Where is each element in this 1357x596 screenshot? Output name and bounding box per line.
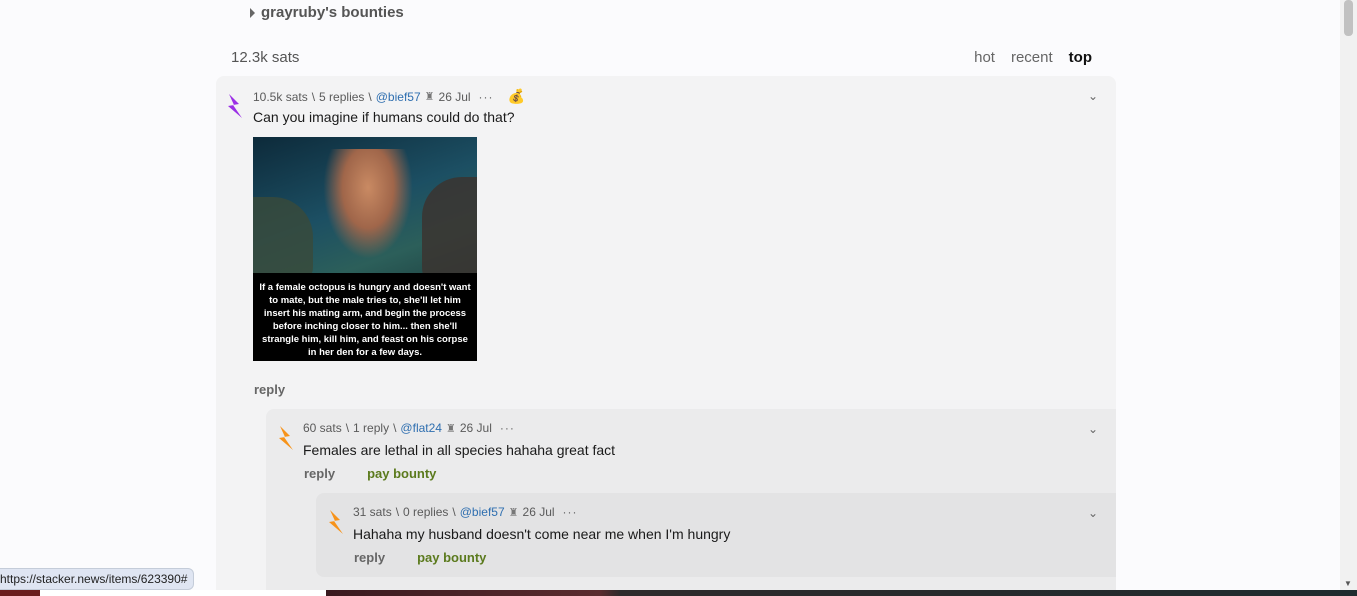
sort-hot[interactable]: hot	[974, 49, 995, 66]
comment-replies[interactable]: 0 replies	[403, 505, 448, 519]
comment-date[interactable]: 26 Jul	[523, 505, 555, 519]
octopus-meme-image[interactable]: If a female octopus is hungry and doesn'…	[253, 137, 477, 361]
cowboy-hat-icon: ♜	[508, 506, 519, 519]
caret-right-icon	[250, 7, 255, 18]
reply-button[interactable]: reply	[304, 466, 335, 481]
sort-tabs: hot recent top	[974, 49, 1092, 66]
bounties-label: grayruby's bounties	[261, 4, 404, 21]
lightning-bolt-icon[interactable]	[326, 510, 346, 534]
comment-replies[interactable]: 1 reply	[353, 421, 389, 435]
pay-bounty-button[interactable]: pay bounty	[417, 550, 486, 565]
image-caption: If a female octopus is hungry and doesn'…	[253, 273, 477, 361]
reply-button[interactable]: reply	[254, 382, 285, 397]
taskbar-strip	[0, 590, 1357, 596]
comment-actions: reply pay bounty	[354, 550, 486, 565]
comment-text: Can you imagine if humans could do that?	[253, 109, 515, 125]
more-options-icon[interactable]: ···	[479, 90, 494, 104]
comment-meta: 60 sats \ 1 reply \ @flat24 ♜ 26 Jul ···	[303, 421, 515, 435]
collapse-chevron-icon[interactable]: ⌄	[1088, 422, 1098, 436]
cowboy-hat-icon: ♜	[445, 422, 456, 435]
lightning-bolt-icon[interactable]	[225, 94, 245, 118]
comment-user[interactable]: @bief57	[460, 505, 505, 519]
vertical-scrollbar[interactable]: ▼	[1340, 0, 1357, 590]
collapse-chevron-icon[interactable]: ⌄	[1088, 506, 1098, 520]
comment-sats[interactable]: 31 sats	[353, 505, 392, 519]
sort-recent[interactable]: recent	[1011, 49, 1053, 66]
comment-text: Females are lethal in all species hahaha…	[303, 442, 616, 458]
scrollbar-thumb[interactable]	[1344, 0, 1353, 36]
sort-top[interactable]: top	[1069, 49, 1092, 66]
comment-meta: 31 sats \ 0 replies \ @bief57 ♜ 26 Jul ···	[353, 505, 578, 519]
more-options-icon[interactable]: ···	[563, 505, 578, 519]
comment-date[interactable]: 26 Jul	[460, 421, 492, 435]
comment-actions: reply	[254, 382, 285, 397]
more-options-icon[interactable]: ···	[500, 421, 515, 435]
total-sats: 12.3k sats	[231, 49, 300, 66]
comment-user[interactable]: @flat24	[400, 421, 442, 435]
lightning-bolt-icon[interactable]	[276, 426, 296, 450]
scroll-down-arrow-icon[interactable]: ▼	[1344, 579, 1352, 588]
comment-actions: reply pay bounty	[304, 466, 436, 481]
pay-bounty-button[interactable]: pay bounty	[367, 466, 436, 481]
link-status-bar: https://stacker.news/items/623390#	[0, 568, 195, 590]
comment-text: Hahaha my husband doesn't come near me w…	[353, 526, 731, 542]
collapse-chevron-icon[interactable]: ⌄	[1088, 89, 1098, 103]
comment-sats[interactable]: 10.5k sats	[253, 90, 308, 104]
comment-replies[interactable]: 5 replies	[319, 90, 364, 104]
money-bag-icon: 💰	[507, 88, 525, 104]
bounties-toggle[interactable]: grayruby's bounties	[250, 4, 404, 21]
comment-meta: 10.5k sats \ 5 replies \ @bief57 ♜ 26 Jul …	[253, 88, 525, 104]
comment-date[interactable]: 26 Jul	[439, 90, 471, 104]
comment-user[interactable]: @bief57	[376, 90, 421, 104]
comment-sats[interactable]: 60 sats	[303, 421, 342, 435]
reply-button[interactable]: reply	[354, 550, 385, 565]
cowboy-hat-icon: ♜	[424, 91, 435, 103]
